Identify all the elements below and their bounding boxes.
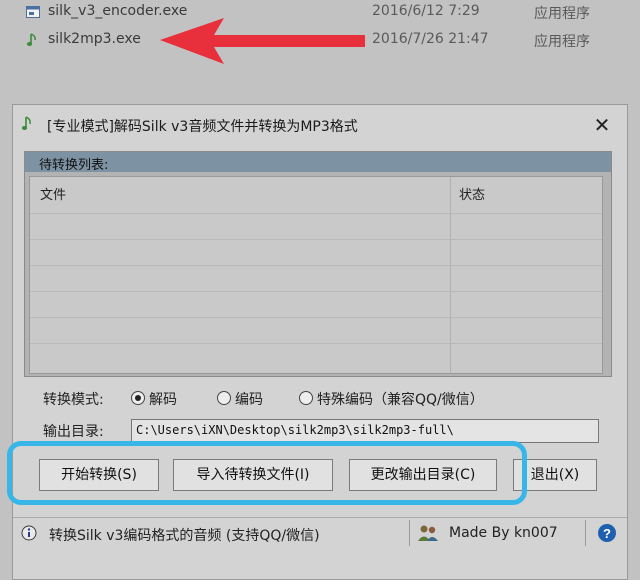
grid-line — [30, 317, 602, 318]
radio-special-encode-label: 特殊编码（兼容QQ/微信） — [317, 392, 484, 408]
output-dir-value: C:\Users\iXN\Desktop\silk2mp3\silk2mp3-f… — [136, 423, 454, 437]
file-type: 应用程序 — [534, 34, 590, 50]
grid-line — [30, 239, 602, 240]
radio-special-encode[interactable]: 特殊编码（兼容QQ/微信） — [299, 389, 484, 409]
file-list-table[interactable]: 文件 状态 — [29, 176, 603, 374]
status-info-text: 转换Silk v3编码格式的音频 (支持QQ/微信) — [49, 528, 320, 544]
file-name: silk2mp3.exe — [48, 31, 141, 47]
grid-line — [30, 291, 602, 292]
radio-encode[interactable]: 编码 — [217, 389, 263, 409]
radio-selected-icon — [131, 391, 145, 405]
file-date: 2016/7/26 21:47 — [372, 31, 489, 47]
radio-decode-label: 解码 — [149, 392, 177, 408]
pending-list-title: 待转换列表: — [39, 158, 109, 173]
close-icon[interactable]: ✕ — [587, 111, 617, 139]
button-highlight-frame — [7, 441, 527, 505]
grid-line — [30, 265, 602, 266]
status-divider — [409, 520, 410, 546]
help-icon[interactable]: ? — [597, 523, 617, 543]
status-credit-text: Made By kn007 — [449, 525, 558, 541]
mode-label: 转换模式: — [43, 392, 104, 408]
annotation-arrow — [160, 18, 365, 64]
grid-line — [30, 343, 602, 344]
output-dir-field[interactable]: C:\Users\iXN\Desktop\silk2mp3\silk2mp3-f… — [131, 419, 599, 443]
radio-encode-label: 编码 — [235, 392, 263, 408]
radio-unselected-icon — [217, 391, 231, 405]
pending-list-header: 待转换列表: — [25, 152, 611, 173]
users-icon — [418, 525, 438, 541]
info-icon — [21, 525, 37, 541]
svg-text:?: ? — [603, 526, 611, 541]
status-divider — [585, 520, 586, 546]
radio-unselected-icon — [299, 391, 313, 405]
dialog-title: [专业模式]解码Silk v3音频文件并转换为MP3格式 — [47, 119, 358, 135]
music-note-icon — [26, 33, 36, 46]
grid-line — [30, 213, 602, 214]
silk2mp3-dialog: [专业模式]解码Silk v3音频文件并转换为MP3格式 ✕ 待转换列表: 文件… — [12, 104, 628, 580]
radio-decode[interactable]: 解码 — [131, 389, 177, 409]
column-header-file-label: 文件 — [40, 188, 67, 203]
column-header-status[interactable]: 状态 — [451, 177, 601, 205]
exe-file-icon — [26, 6, 40, 18]
file-name: silk_v3_encoder.exe — [48, 3, 188, 19]
file-type: 应用程序 — [534, 6, 590, 22]
dialog-titlebar[interactable]: [专业模式]解码Silk v3音频文件并转换为MP3格式 ✕ — [13, 105, 627, 145]
column-header-file[interactable]: 文件 — [30, 177, 450, 205]
file-date: 2016/6/12 7:29 — [372, 3, 480, 19]
pending-list-panel: 待转换列表: 文件 状态 — [24, 151, 612, 377]
music-note-icon — [21, 116, 31, 130]
column-header-status-label: 状态 — [459, 188, 486, 203]
output-dir-label: 输出目录: — [43, 424, 104, 440]
status-bar: 转换Silk v3编码格式的音频 (支持QQ/微信) Made By kn007… — [13, 517, 627, 548]
